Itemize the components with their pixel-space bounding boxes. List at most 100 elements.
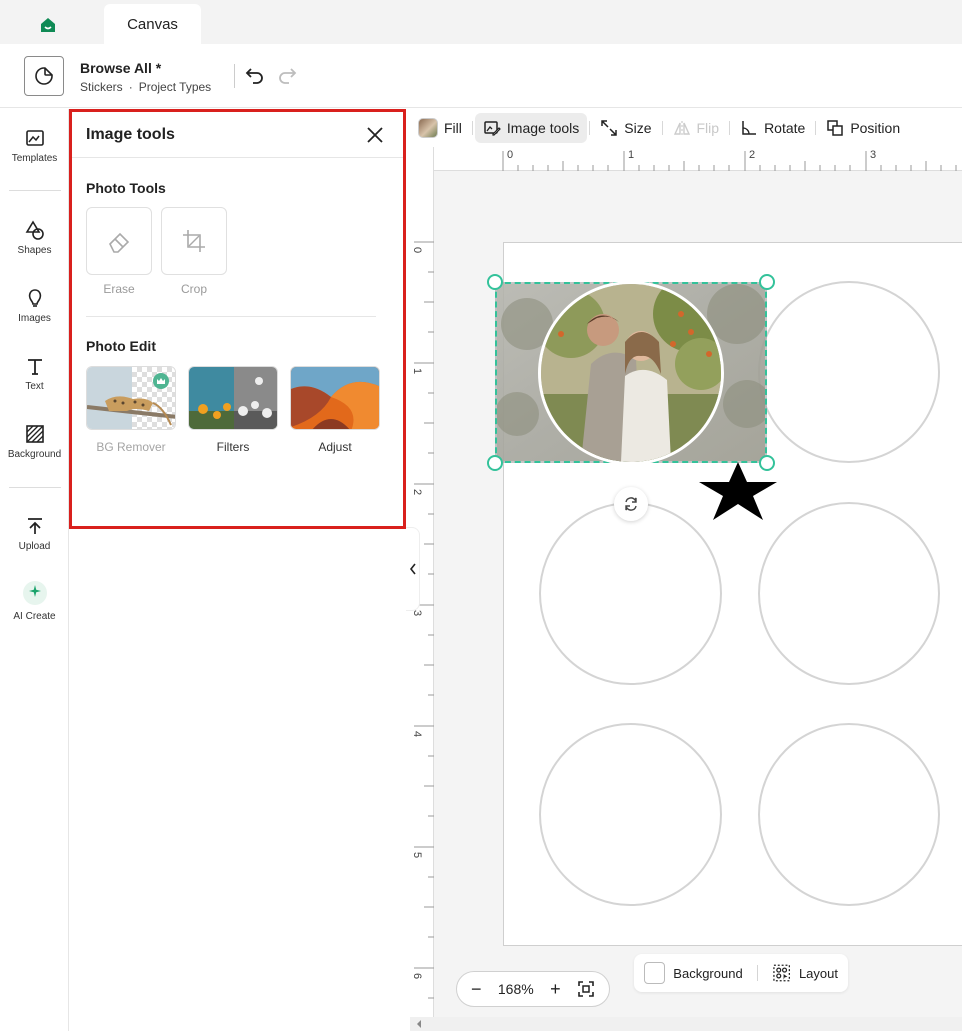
- fit-to-screen-button[interactable]: [577, 980, 595, 998]
- home-button[interactable]: [30, 8, 66, 42]
- rail-item-shapes[interactable]: Shapes: [0, 219, 69, 256]
- fill-label: Fill: [444, 120, 462, 136]
- filters-thumbnail: [189, 367, 277, 429]
- layout-icon: [772, 964, 790, 982]
- panel-title: Image tools: [86, 126, 175, 143]
- redo-button[interactable]: [276, 64, 298, 86]
- resize-handle-bottom-right[interactable]: [759, 455, 775, 471]
- position-button[interactable]: Position: [818, 113, 908, 143]
- ruler-label: 0: [411, 246, 424, 254]
- header-divider: [234, 64, 235, 88]
- sticker-slot[interactable]: [758, 723, 940, 906]
- rail-item-upload[interactable]: Upload: [0, 515, 69, 552]
- crop-icon: [183, 230, 205, 252]
- breadcrumb-item[interactable]: Stickers: [80, 80, 123, 94]
- rail-item-label: Shapes: [17, 245, 52, 256]
- ruler-label: 4: [411, 730, 424, 738]
- erase-tool-button[interactable]: [86, 207, 152, 275]
- undo-icon: [245, 68, 263, 84]
- ruler-label: 5: [411, 851, 424, 859]
- rail-item-text[interactable]: Text: [0, 355, 69, 392]
- eraser-icon: [109, 232, 130, 253]
- rail-item-background[interactable]: Background: [0, 423, 69, 460]
- rotate-angle-icon: [742, 121, 757, 135]
- bg-remover-button[interactable]: [86, 366, 176, 430]
- panel-close-button[interactable]: [364, 124, 386, 146]
- layout-button[interactable]: Layout: [799, 966, 838, 981]
- resize-handle-top-left[interactable]: [487, 274, 503, 290]
- size-label: Size: [624, 120, 652, 136]
- zoom-in-button[interactable]: +: [550, 979, 561, 1000]
- rail-item-templates[interactable]: Templates: [0, 127, 69, 164]
- ruler-label: 0: [507, 149, 514, 161]
- ruler-label: 1: [411, 367, 424, 375]
- shapes-icon: [25, 220, 44, 240]
- flip-button[interactable]: Flip: [665, 113, 728, 143]
- image-edit-icon: [484, 121, 501, 136]
- sticker-slot[interactable]: [758, 281, 940, 463]
- sticker-icon: [35, 67, 53, 85]
- size-button[interactable]: Size: [592, 113, 659, 143]
- rotate-label: Rotate: [764, 120, 806, 136]
- position-layers-icon: [827, 120, 844, 136]
- project-title[interactable]: Browse All *: [80, 60, 161, 76]
- panel-collapse-button[interactable]: [406, 527, 420, 611]
- rail-item-label: AI Create: [13, 611, 56, 622]
- redo-icon: [279, 68, 297, 84]
- rail-item-images[interactable]: Images: [0, 287, 69, 324]
- ruler-label: 6: [411, 972, 424, 980]
- photo-edit-heading: Photo Edit: [86, 338, 156, 354]
- photo-tools-heading: Photo Tools: [86, 180, 166, 196]
- tab-bar: Canvas: [0, 0, 962, 44]
- breadcrumb: Stickers · Project Types: [80, 80, 211, 94]
- rotate-button[interactable]: Rotate: [732, 113, 813, 143]
- horizontal-scrollbar[interactable]: [410, 1017, 962, 1031]
- fill-button[interactable]: Fill: [410, 113, 470, 143]
- resize-handle-top-right[interactable]: [759, 274, 775, 290]
- zoom-out-button[interactable]: −: [471, 979, 482, 1000]
- ruler-label: 3: [870, 149, 877, 161]
- ai-sparkle-icon: [22, 581, 47, 605]
- couple-photo[interactable]: [538, 281, 724, 465]
- filters-label: Filters: [216, 440, 250, 454]
- undo-button[interactable]: [244, 64, 266, 86]
- image-tools-button[interactable]: Image tools: [474, 113, 588, 143]
- background-swatch[interactable]: [644, 962, 666, 984]
- rail-item-ai-create[interactable]: AI Create: [0, 581, 69, 622]
- resize-handle-bottom-left[interactable]: [487, 455, 503, 471]
- panel-header: Image tools: [72, 112, 403, 158]
- image-tools-label: Image tools: [506, 120, 580, 136]
- tab-canvas[interactable]: Canvas: [104, 4, 201, 44]
- rail-item-label: Images: [18, 313, 51, 324]
- ruler-horizontal: 0 1 2 3: [410, 147, 962, 171]
- rail-divider: [9, 190, 61, 191]
- toolbar-divider: [661, 121, 663, 135]
- images-icon: [28, 289, 41, 307]
- rotate-handle[interactable]: [614, 487, 648, 521]
- rail-divider: [9, 487, 61, 488]
- rotate-icon: [625, 497, 637, 511]
- toolbar-divider: [815, 121, 817, 135]
- adjust-button[interactable]: [290, 366, 380, 430]
- crop-tool-button[interactable]: [161, 207, 227, 275]
- flip-label: Flip: [696, 120, 720, 136]
- position-label: Position: [850, 120, 901, 136]
- ruler-label: 1: [628, 149, 635, 161]
- rail-item-label: Text: [25, 381, 44, 392]
- ruler-ticks: [502, 151, 957, 171]
- rail-item-label: Templates: [11, 153, 58, 164]
- breadcrumb-item[interactable]: Project Types: [139, 80, 211, 94]
- bg-remover-label: BG Remover: [96, 440, 166, 454]
- fit-screen-icon: [578, 981, 594, 997]
- filters-button[interactable]: [188, 366, 278, 430]
- rail-item-label: Background: [7, 449, 62, 460]
- bar-divider: [756, 965, 758, 981]
- adjust-label: Adjust: [318, 440, 352, 454]
- sticker-slot[interactable]: [539, 502, 722, 685]
- project-type-button[interactable]: [24, 56, 64, 96]
- ruler-label: 2: [411, 488, 424, 496]
- sticker-slot[interactable]: [539, 723, 722, 906]
- sticker-slot[interactable]: [758, 502, 940, 685]
- background-button[interactable]: Background: [673, 966, 742, 981]
- scroll-left-icon: [417, 1020, 421, 1028]
